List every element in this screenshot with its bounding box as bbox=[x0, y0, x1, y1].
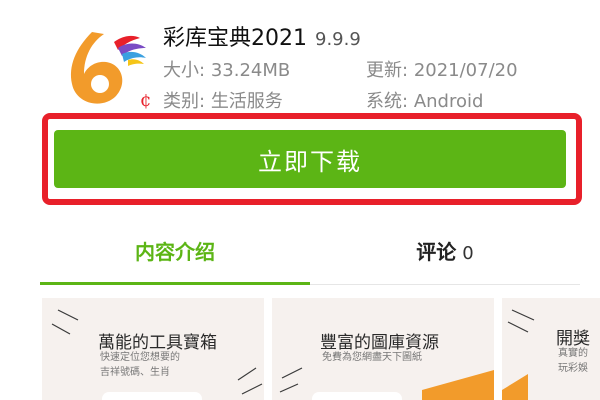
app-name: 彩库宝典2021 bbox=[163, 26, 307, 51]
system-value: Android bbox=[413, 91, 484, 112]
svg-text:¢: ¢ bbox=[140, 90, 151, 111]
size-label: 大小: bbox=[163, 60, 206, 81]
screenshot-caption: 玩彩娛 bbox=[558, 363, 588, 374]
category-value: 生活服务 bbox=[210, 91, 283, 112]
system-info: 系统: Android bbox=[366, 87, 483, 113]
app-version: 9.9.9 bbox=[315, 29, 361, 50]
category-info: 类别: 生活服务 bbox=[163, 87, 283, 113]
tab-intro[interactable]: 内容介绍 bbox=[40, 220, 310, 284]
update-label: 更新: bbox=[366, 60, 409, 81]
screenshot-caption: 吉祥號碼、生肖 bbox=[100, 367, 170, 378]
tab-review-label: 评论 bbox=[416, 240, 457, 264]
screenshot-caption: 快速定位您想要的 bbox=[100, 352, 180, 363]
size-info: 大小: 33.24MB bbox=[163, 56, 290, 82]
screenshot-card[interactable]: 豐富的圖庫資源 免費為您網盡天下圖紙 bbox=[272, 298, 494, 400]
screenshot-caption: 免費為您網盡天下圖紙 bbox=[322, 352, 422, 363]
size-value: 33.24MB bbox=[210, 60, 291, 81]
update-value: 2021/07/20 bbox=[413, 60, 518, 81]
app-title-row: 彩库宝典2021 9.9.9 bbox=[163, 20, 361, 52]
screenshot-card[interactable]: 萬能的工具寶箱 快速定位您想要的 吉祥號碼、生肖 bbox=[42, 298, 264, 400]
review-count: 0 bbox=[462, 243, 474, 264]
active-tab-indicator bbox=[40, 282, 310, 285]
category-label: 类别: bbox=[163, 91, 206, 112]
tab-review[interactable]: 评论 0 bbox=[310, 220, 580, 284]
update-info: 更新: 2021/07/20 bbox=[366, 56, 518, 82]
app-logo-icon: ¢ bbox=[62, 20, 162, 115]
download-button[interactable]: 立即下载 bbox=[54, 130, 566, 188]
tab-intro-label: 内容介绍 bbox=[135, 240, 215, 264]
tab-bar: 内容介绍 评论 0 bbox=[40, 220, 580, 285]
screenshot-caption: 真實的 bbox=[558, 348, 588, 359]
system-label: 系统: bbox=[366, 91, 409, 112]
screenshot-card[interactable]: 開獎 真實的 玩彩娛 bbox=[502, 298, 600, 400]
